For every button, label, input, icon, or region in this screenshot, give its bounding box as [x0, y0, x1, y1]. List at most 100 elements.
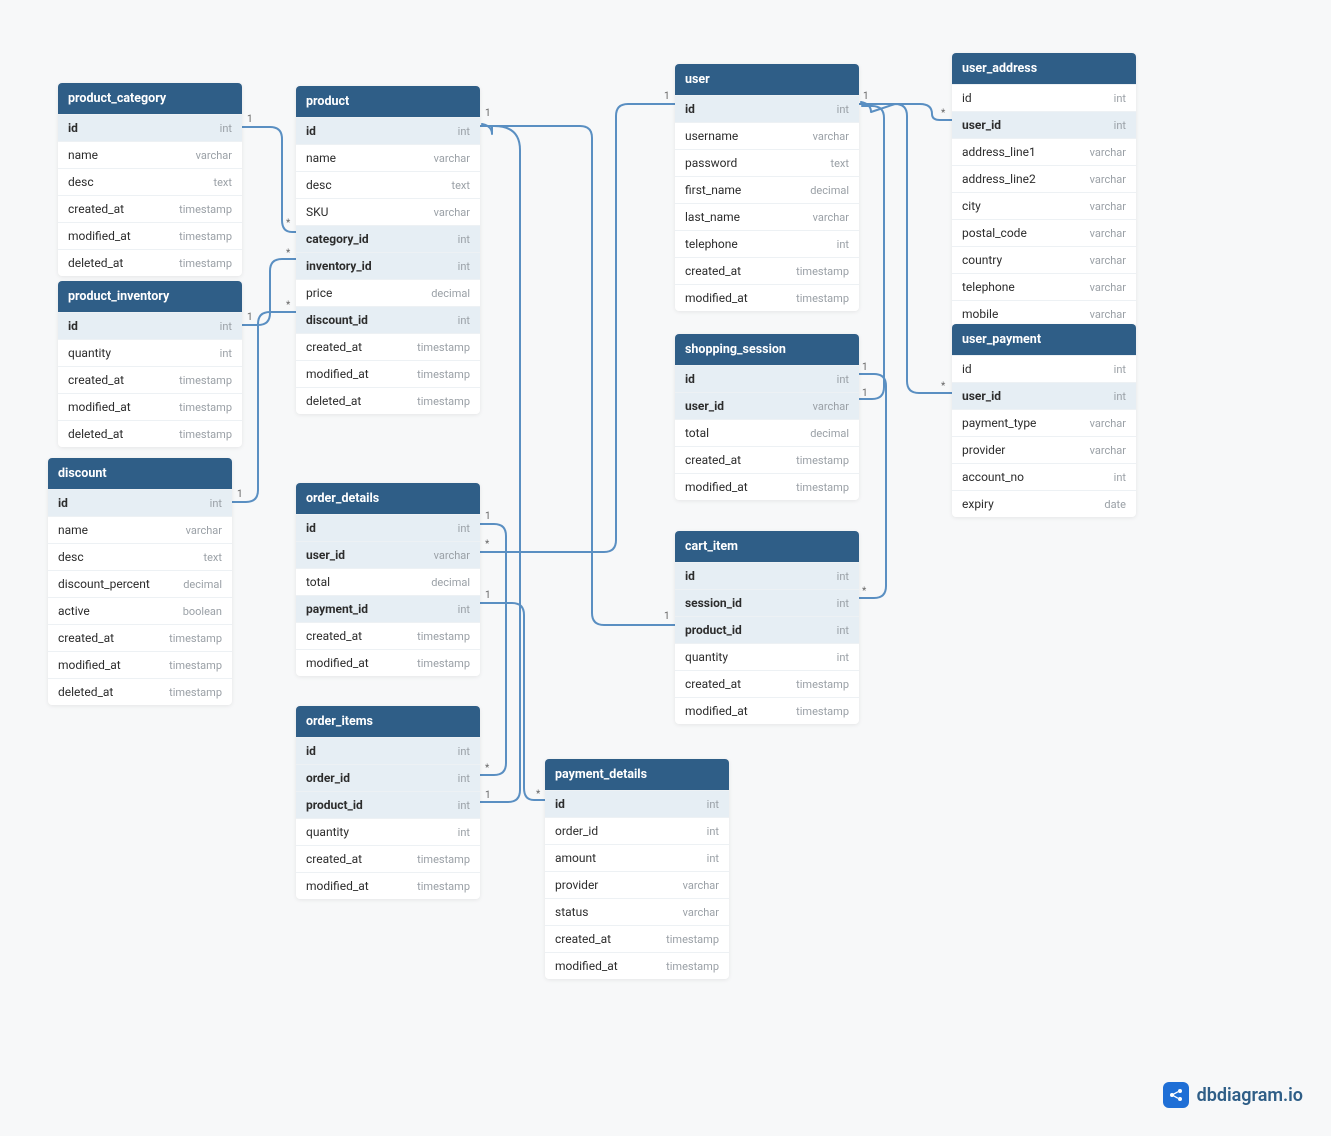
- column-row[interactable]: idint: [675, 95, 859, 122]
- column-row[interactable]: deleted_attimestamp: [48, 678, 232, 705]
- column-row[interactable]: created_attimestamp: [675, 446, 859, 473]
- column-row[interactable]: modified_attimestamp: [675, 284, 859, 311]
- column-row[interactable]: address_line1varchar: [952, 138, 1136, 165]
- column-row[interactable]: desctext: [48, 543, 232, 570]
- column-row[interactable]: user_idint: [952, 382, 1136, 409]
- column-row[interactable]: modified_attimestamp: [675, 697, 859, 724]
- column-row[interactable]: modified_attimestamp: [675, 473, 859, 500]
- column-row[interactable]: created_attimestamp: [675, 670, 859, 697]
- column-row[interactable]: discount_idint: [296, 306, 480, 333]
- column-row[interactable]: idint: [296, 514, 480, 541]
- column-row[interactable]: desctext: [58, 168, 242, 195]
- column-row[interactable]: quantityint: [58, 339, 242, 366]
- table-header[interactable]: shopping_session: [675, 334, 859, 365]
- column-row[interactable]: idint: [675, 562, 859, 589]
- table-header[interactable]: user_address: [952, 53, 1136, 84]
- column-row[interactable]: modified_attimestamp: [545, 952, 729, 979]
- table-header[interactable]: product_category: [58, 83, 242, 114]
- table-header[interactable]: order_details: [296, 483, 480, 514]
- column-row[interactable]: usernamevarchar: [675, 122, 859, 149]
- table-header[interactable]: user_payment: [952, 324, 1136, 355]
- column-row[interactable]: idint: [952, 84, 1136, 111]
- table-header[interactable]: product_inventory: [58, 281, 242, 312]
- table-shopping_session[interactable]: shopping_sessionidintuser_idvarchartotal…: [675, 334, 859, 500]
- column-row[interactable]: idint: [675, 365, 859, 392]
- column-row[interactable]: activeboolean: [48, 597, 232, 624]
- column-row[interactable]: countryvarchar: [952, 246, 1136, 273]
- column-row[interactable]: providervarchar: [952, 436, 1136, 463]
- table-discount[interactable]: discountidintnamevarchardesctextdiscount…: [48, 458, 232, 705]
- column-row[interactable]: modified_attimestamp: [296, 872, 480, 899]
- column-row[interactable]: desctext: [296, 171, 480, 198]
- table-product_category[interactable]: product_categoryidintnamevarchardesctext…: [58, 83, 242, 276]
- column-row[interactable]: created_attimestamp: [545, 925, 729, 952]
- table-cart_item[interactable]: cart_itemidintsession_idintproduct_idint…: [675, 531, 859, 724]
- column-row[interactable]: modified_attimestamp: [296, 360, 480, 387]
- column-row[interactable]: created_attimestamp: [58, 366, 242, 393]
- column-row[interactable]: passwordtext: [675, 149, 859, 176]
- column-row[interactable]: product_idint: [675, 616, 859, 643]
- column-row[interactable]: idint: [48, 489, 232, 516]
- table-payment_details[interactable]: payment_detailsidintorder_idintamountint…: [545, 759, 729, 979]
- column-row[interactable]: created_attimestamp: [296, 333, 480, 360]
- column-row[interactable]: providervarchar: [545, 871, 729, 898]
- column-row[interactable]: idint: [58, 312, 242, 339]
- column-row[interactable]: idint: [58, 114, 242, 141]
- column-row[interactable]: address_line2varchar: [952, 165, 1136, 192]
- table-order_items[interactable]: order_itemsidintorder_idintproduct_idint…: [296, 706, 480, 899]
- column-row[interactable]: namevarchar: [48, 516, 232, 543]
- column-row[interactable]: user_idvarchar: [296, 541, 480, 568]
- column-row[interactable]: namevarchar: [58, 141, 242, 168]
- column-row[interactable]: postal_codevarchar: [952, 219, 1136, 246]
- column-row[interactable]: order_idint: [296, 764, 480, 791]
- column-row[interactable]: idint: [545, 790, 729, 817]
- column-row[interactable]: last_namevarchar: [675, 203, 859, 230]
- table-user_payment[interactable]: user_paymentidintuser_idintpayment_typev…: [952, 324, 1136, 517]
- column-row[interactable]: totaldecimal: [296, 568, 480, 595]
- table-header[interactable]: payment_details: [545, 759, 729, 790]
- column-row[interactable]: idint: [296, 737, 480, 764]
- column-row[interactable]: idint: [952, 355, 1136, 382]
- column-row[interactable]: product_idint: [296, 791, 480, 818]
- column-row[interactable]: account_noint: [952, 463, 1136, 490]
- column-row[interactable]: payment_idint: [296, 595, 480, 622]
- column-row[interactable]: expirydate: [952, 490, 1136, 517]
- column-row[interactable]: totaldecimal: [675, 419, 859, 446]
- column-row[interactable]: inventory_idint: [296, 252, 480, 279]
- table-product[interactable]: productidintnamevarchardesctextSKUvarcha…: [296, 86, 480, 414]
- column-row[interactable]: SKUvarchar: [296, 198, 480, 225]
- column-row[interactable]: deleted_attimestamp: [58, 420, 242, 447]
- column-row[interactable]: namevarchar: [296, 144, 480, 171]
- column-row[interactable]: user_idint: [952, 111, 1136, 138]
- column-row[interactable]: amountint: [545, 844, 729, 871]
- column-row[interactable]: modified_attimestamp: [48, 651, 232, 678]
- column-row[interactable]: modified_attimestamp: [58, 393, 242, 420]
- column-row[interactable]: deleted_attimestamp: [296, 387, 480, 414]
- column-row[interactable]: modified_attimestamp: [296, 649, 480, 676]
- column-row[interactable]: pricedecimal: [296, 279, 480, 306]
- column-row[interactable]: order_idint: [545, 817, 729, 844]
- table-user_address[interactable]: user_addressidintuser_idintaddress_line1…: [952, 53, 1136, 327]
- column-row[interactable]: created_attimestamp: [296, 622, 480, 649]
- table-header[interactable]: order_items: [296, 706, 480, 737]
- column-row[interactable]: modified_attimestamp: [58, 222, 242, 249]
- table-product_inventory[interactable]: product_inventoryidintquantityintcreated…: [58, 281, 242, 447]
- column-row[interactable]: telephoneint: [675, 230, 859, 257]
- table-header[interactable]: product: [296, 86, 480, 117]
- column-row[interactable]: created_attimestamp: [58, 195, 242, 222]
- column-row[interactable]: statusvarchar: [545, 898, 729, 925]
- column-row[interactable]: payment_typevarchar: [952, 409, 1136, 436]
- column-row[interactable]: mobilevarchar: [952, 300, 1136, 327]
- column-row[interactable]: session_idint: [675, 589, 859, 616]
- column-row[interactable]: created_attimestamp: [296, 845, 480, 872]
- column-row[interactable]: quantityint: [675, 643, 859, 670]
- table-header[interactable]: user: [675, 64, 859, 95]
- column-row[interactable]: cityvarchar: [952, 192, 1136, 219]
- column-row[interactable]: quantityint: [296, 818, 480, 845]
- table-header[interactable]: discount: [48, 458, 232, 489]
- column-row[interactable]: created_attimestamp: [675, 257, 859, 284]
- column-row[interactable]: deleted_attimestamp: [58, 249, 242, 276]
- column-row[interactable]: telephonevarchar: [952, 273, 1136, 300]
- table-header[interactable]: cart_item: [675, 531, 859, 562]
- column-row[interactable]: discount_percentdecimal: [48, 570, 232, 597]
